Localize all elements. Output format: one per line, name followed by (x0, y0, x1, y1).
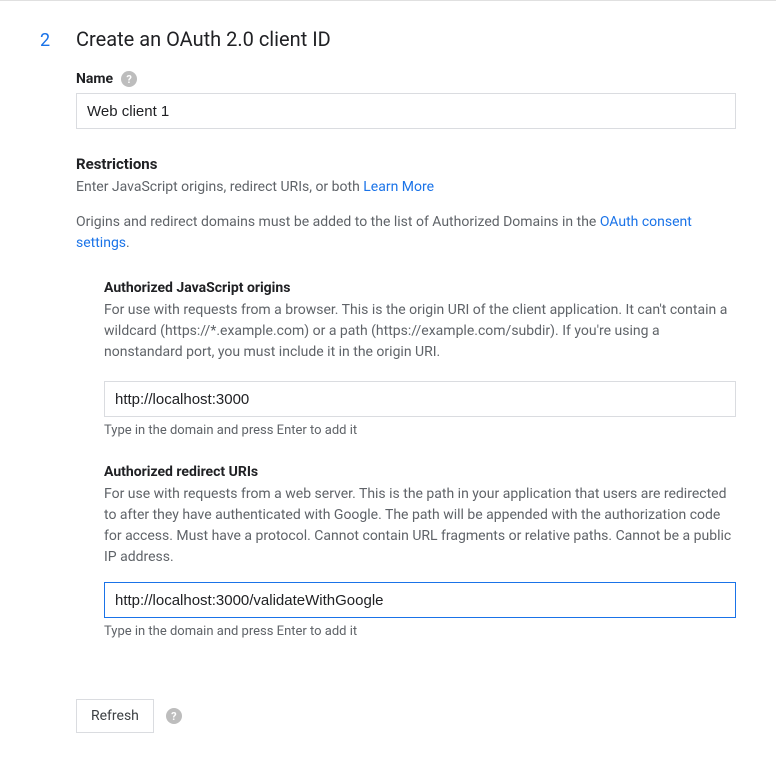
name-label: Name (76, 71, 113, 87)
redirect-uris-input[interactable] (104, 582, 736, 618)
redirect-uris-block: Authorized redirect URIs For use with re… (104, 464, 736, 639)
domains-desc: Origins and redirect domains must be add… (76, 212, 736, 254)
js-origins-label: Authorized JavaScript origins (104, 280, 736, 296)
js-origins-desc: For use with requests from a browser. Th… (104, 300, 736, 363)
step-number: 2 (40, 30, 76, 51)
help-icon[interactable]: ? (166, 708, 182, 724)
footer-row: Refresh ? (76, 699, 736, 733)
domains-desc-prefix: Origins and redirect domains must be add… (76, 214, 600, 230)
step-title: Create an OAuth 2.0 client ID (76, 27, 331, 51)
restrictions-desc: Enter JavaScript origins, redirect URIs,… (76, 177, 736, 198)
redirect-uris-label: Authorized redirect URIs (104, 464, 736, 480)
step-content: 2 Create an OAuth 2.0 client ID Name ? R… (0, 27, 776, 763)
js-origins-hint: Type in the domain and press Enter to ad… (104, 423, 736, 438)
step-body: Name ? Restrictions Enter JavaScript ori… (76, 71, 736, 733)
js-origins-input[interactable] (104, 381, 736, 417)
js-origins-block: Authorized JavaScript origins For use wi… (104, 280, 736, 438)
help-icon[interactable]: ? (121, 71, 137, 87)
section-divider (0, 0, 776, 1)
learn-more-link[interactable]: Learn More (363, 179, 434, 195)
redirect-uris-hint: Type in the domain and press Enter to ad… (104, 624, 736, 639)
refresh-button[interactable]: Refresh (76, 699, 154, 733)
name-label-row: Name ? (76, 71, 736, 87)
step-header: 2 Create an OAuth 2.0 client ID (40, 27, 736, 51)
restrictions-block: Restrictions Enter JavaScript origins, r… (76, 155, 736, 254)
restrictions-desc-text: Enter JavaScript origins, redirect URIs,… (76, 179, 363, 195)
restrictions-heading: Restrictions (76, 155, 736, 173)
name-input[interactable] (76, 93, 736, 129)
redirect-uris-desc: For use with requests from a web server.… (104, 484, 736, 568)
domains-desc-suffix: . (126, 235, 130, 251)
